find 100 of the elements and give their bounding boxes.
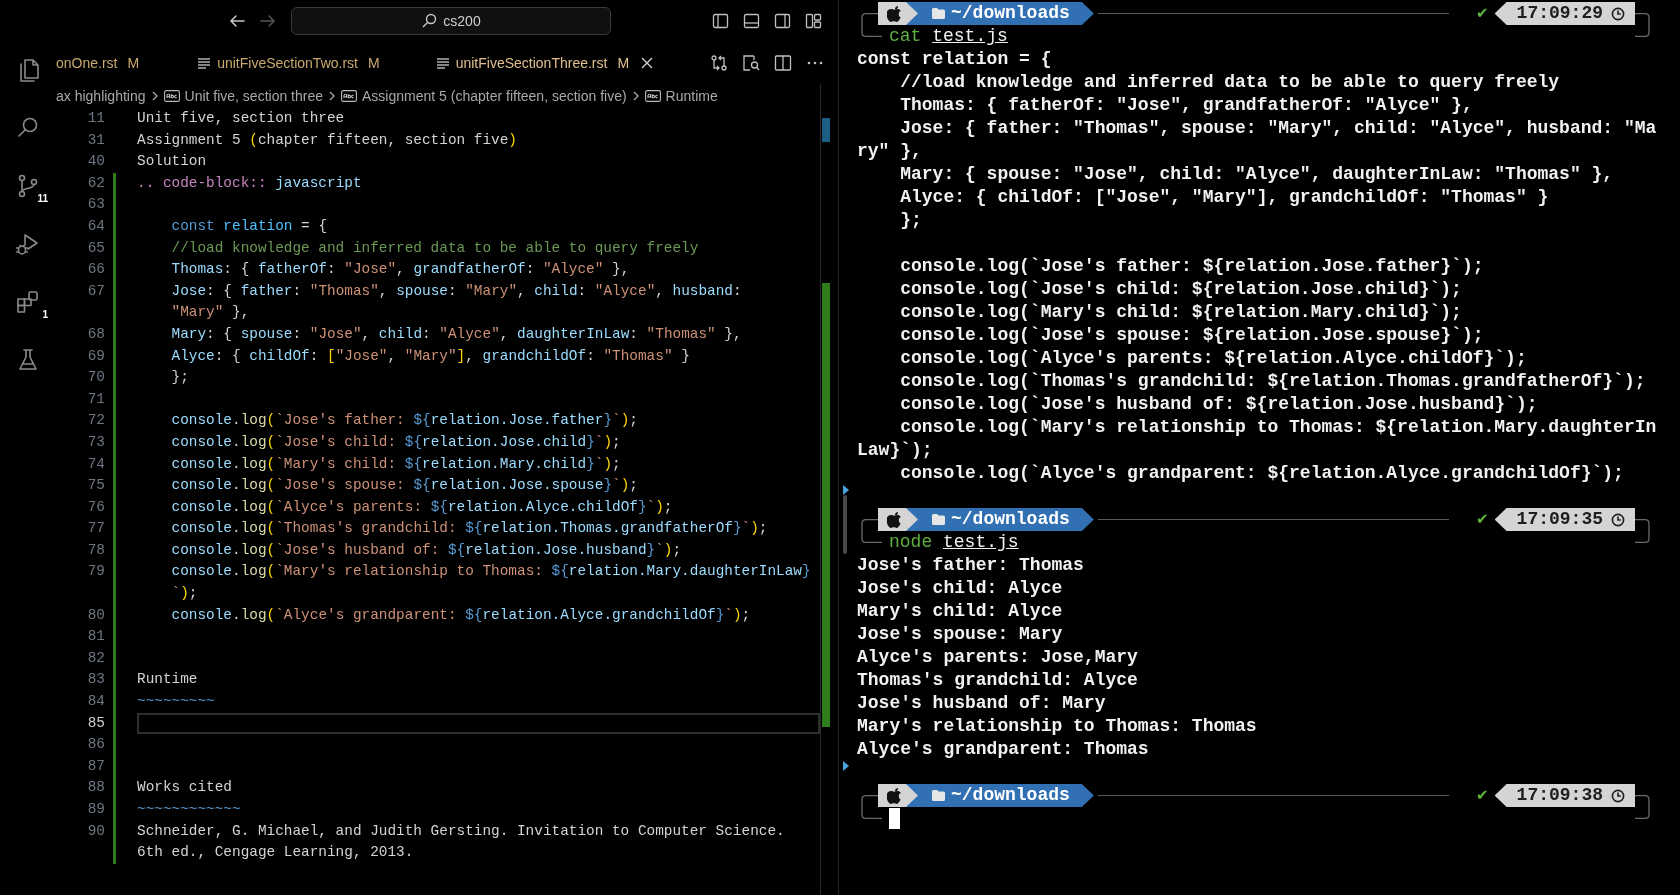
git-compare-icon[interactable]	[710, 54, 728, 72]
terminal-output: console.log(`Jose's father: ${relation.Jose.father}`);	[899, 255, 1484, 278]
terminal-output: //load knowledge and inferred data to be able to query freely	[899, 71, 1560, 94]
code-line: console.log(`Mary's child: ${relation.Mary.child}`);	[170, 454, 622, 474]
terminal-output: Jose's husband of: Mary	[857, 692, 1106, 715]
command-center[interactable]: cs200	[291, 7, 611, 35]
folder-icon	[932, 514, 945, 525]
breadcrumb-item[interactable]: Runtime	[644, 88, 718, 104]
frame-corner	[1635, 25, 1650, 37]
text-symbol-icon	[341, 90, 358, 102]
line-number: 89	[86, 800, 106, 819]
clock-icon	[1611, 6, 1625, 21]
apple-icon	[887, 4, 903, 23]
layout-icon[interactable]	[805, 13, 822, 29]
line-number: 80	[86, 605, 106, 625]
line-number: 62	[86, 173, 106, 193]
line-number: 82	[86, 648, 106, 668]
clock-icon	[1611, 788, 1625, 803]
line-number: 31	[86, 130, 106, 150]
line-number: 76	[86, 497, 106, 517]
line-number: 79	[86, 562, 106, 582]
terminal-output: Jose's father: Thomas	[857, 554, 1084, 577]
badge-count: 11	[37, 193, 48, 204]
line-number: 64	[86, 216, 106, 236]
split-editor-icon[interactable]	[774, 54, 792, 72]
status-check: ✔	[1476, 3, 1489, 24]
apple-icon	[887, 510, 903, 529]
frame-corner	[861, 807, 882, 819]
terminal-output: console.log(`Jose's child: ${relation.Jose.child}`);	[899, 278, 1462, 301]
scrollbar-thumb[interactable]	[843, 495, 847, 554]
sticky-line: Unit five, section three	[136, 109, 346, 128]
code-line: console.log(`Alyce's grandparent: ${relation.Alyce.grandchildOf}`);	[170, 605, 752, 625]
frame-corner	[861, 25, 882, 37]
directory-path: ~/downloads	[951, 784, 1070, 807]
arrow-left-icon[interactable]	[228, 13, 246, 29]
terminal-output: Mary's relationship to Thomas: Thomas	[857, 715, 1257, 738]
code-line: Runtime	[136, 670, 199, 690]
code-line: ~~~~~~~~~	[136, 692, 216, 712]
status-check: ✔	[1476, 509, 1489, 530]
code-line: const relation = {	[170, 216, 328, 236]
line-number: 74	[86, 454, 106, 474]
code-line: };	[170, 368, 190, 388]
line-number: 75	[86, 476, 106, 496]
text-symbol-icon	[644, 90, 661, 102]
command-name: node	[889, 531, 933, 554]
terminal-output: Thomas's grandchild: Alyce	[857, 669, 1138, 692]
terminal-output: Mary's child: Alyce	[857, 600, 1063, 623]
terminal-output: Jose's spouse: Mary	[857, 623, 1063, 646]
line-number: 87	[86, 756, 106, 776]
search-icon	[421, 13, 438, 29]
code-line: console.log(`Alyce's parents: ${relation.Alyce.childOf}`);	[170, 497, 674, 517]
status-check: ✔	[1476, 785, 1489, 806]
clock-icon	[1611, 512, 1625, 527]
code-line: ~~~~~~~~~~~~	[136, 800, 242, 819]
frame-corner	[1635, 795, 1650, 807]
terminal-output: console.log(`Alyce's grandparent: ${relation.Alyce.grandchildOf}`);	[899, 462, 1624, 485]
prompt-time: 17:09:38	[1516, 784, 1603, 807]
folder-icon	[932, 8, 945, 19]
line-number: 71	[86, 389, 106, 409]
breadcrumb-item[interactable]: Unit five, section three	[163, 88, 324, 104]
editor-tab[interactable]: unitFiveSectionTwo.rst M	[169, 42, 408, 84]
sidebar-left-icon[interactable]	[712, 13, 729, 29]
frame-corner	[861, 13, 878, 25]
line-number: 90	[86, 821, 106, 841]
terminal-output: console.log(`Mary's relationship to Thomas: ${relation.Mary.daughterIn	[899, 416, 1657, 439]
frame-corner	[1635, 13, 1650, 25]
panel-icon[interactable]	[743, 13, 760, 29]
sidebar-right-icon[interactable]	[774, 13, 791, 29]
terminal-output: console.log(`Jose's husband of: ${relation.Jose.husband}`);	[899, 393, 1538, 416]
editor-tab[interactable]: unitFiveSectionThree.rst M	[407, 42, 666, 84]
frame-corner	[1635, 531, 1650, 543]
frame-corner	[861, 795, 878, 807]
apple-icon	[887, 786, 903, 805]
text-cursor	[889, 808, 900, 829]
terminal-output: console.log(`Mary's child: ${relation.Mary.child}`);	[899, 301, 1462, 324]
terminal-output: Jose's child: Alyce	[857, 577, 1063, 600]
line-number: 73	[86, 432, 106, 452]
frame-corner	[861, 531, 882, 543]
code-line: `);	[170, 584, 199, 604]
terminal-output: console.log(`Jose's spouse: ${relation.Jose.spouse}`);	[899, 324, 1484, 347]
line-number: 77	[86, 519, 106, 539]
code-line: console.log(`Mary's relationship to Thomas: ${relation.Mary.daughterInLaw}	[170, 562, 812, 582]
breadcrumb-item[interactable]: ax highlighting	[56, 88, 146, 104]
terminal-output: const relation = {	[857, 48, 1052, 71]
code-line: Thomas: { fatherOf: "Jose", grandfatherOf: "Alyce" },	[170, 260, 631, 280]
text-lines-icon	[435, 56, 450, 70]
command-name: cat	[889, 25, 922, 48]
line-number: 40	[86, 152, 106, 172]
text-symbol-icon	[163, 90, 180, 102]
code-line: Mary: { spouse: "Jose", child: "Alyce", daughterInLaw: "Thomas" },	[170, 324, 743, 344]
breadcrumb-item[interactable]: Assignment 5 (chapter fifteen, section five)	[341, 88, 627, 104]
line-number: 63	[86, 195, 106, 215]
line-number: 69	[86, 346, 106, 366]
line-number: 88	[86, 778, 106, 798]
code-line: "Mary" },	[170, 303, 251, 323]
editor-tab[interactable]: onOne.rst M	[56, 42, 170, 84]
preview-icon[interactable]	[742, 54, 760, 72]
line-number: 78	[86, 540, 106, 560]
terminal-output: console.log(`Alyce's parents: ${relation.Alyce.childOf}`);	[899, 347, 1527, 370]
terminal-output: Thomas: { fatherOf: "Jose", grandfatherOf: "Alyce" },	[899, 94, 1473, 117]
